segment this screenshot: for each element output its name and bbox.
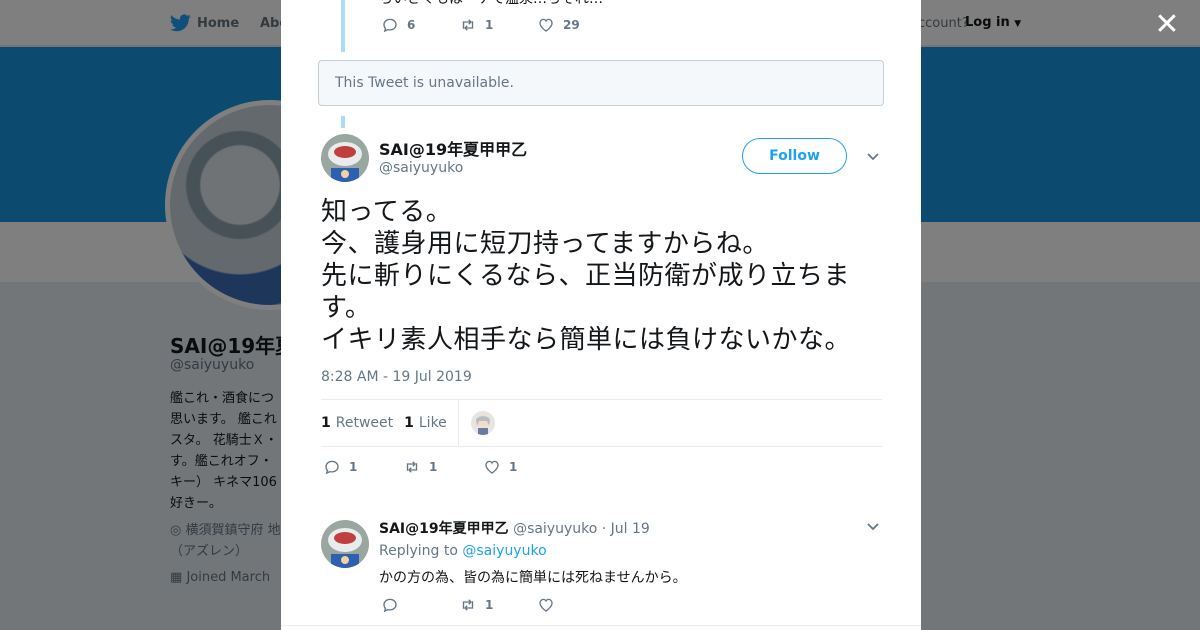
chevron-down-icon[interactable] (866, 522, 880, 532)
retweet-count: 1 (429, 460, 438, 474)
tweet-stats: 1 Retweet 1 Like (321, 399, 882, 447)
main-tweet-avatar[interactable] (321, 134, 369, 182)
retweet-stat-label: Retweet (335, 415, 394, 431)
like-button[interactable]: 29 (537, 16, 615, 34)
retweet-stat[interactable]: 1 Retweet (321, 415, 393, 431)
reply-icon (383, 598, 397, 613)
like-stat[interactable]: 1 Like (404, 415, 447, 431)
like-icon (539, 598, 553, 612)
like-button[interactable]: 1 (483, 458, 561, 476)
tweet-timestamp[interactable]: 8:28 AM - 19 Jul 2019 (321, 369, 472, 385)
replying-prefix: Replying to (379, 543, 458, 559)
tweet-text-line: 今、護身用に短刀持ってますからね。 (321, 229, 769, 259)
main-tweet-author-handle[interactable]: @saiyuyuko (379, 160, 463, 176)
tweet-permalink-modal: ちいさくもはーケて温泉…ちそれ… 6 1 29 This Tweet is un… (281, 0, 921, 630)
main-tweet-author-name[interactable]: SAI@19年夏甲甲乙 (379, 136, 527, 160)
reply-date[interactable]: · Jul 19 (602, 521, 650, 537)
chevron-down-icon[interactable] (866, 152, 880, 162)
retweet-button[interactable]: 1 (459, 596, 537, 614)
modal-divider (281, 625, 921, 626)
thread-connector-line (341, 116, 345, 128)
previous-tweet-text: ちいさくもはーケて温泉…ちそれ… (379, 0, 603, 8)
previous-tweet-actions: 6 1 29 (381, 16, 615, 34)
retweet-button[interactable]: 1 (403, 458, 481, 476)
like-stat-number: 1 (404, 415, 414, 431)
like-stat-label: Like (418, 415, 447, 431)
retweet-button[interactable]: 1 (459, 16, 537, 34)
main-tweet-actions: 1 1 1 (323, 458, 561, 476)
reply-tweet-avatar[interactable] (321, 520, 369, 568)
retweet-count: 1 (485, 598, 494, 612)
tweet-text-line: 知ってる。 (321, 197, 453, 227)
like-button[interactable] (537, 596, 615, 614)
tweet-text-line: イキリ素人相手なら簡単には負けないかな。 (321, 325, 852, 355)
retweet-count: 1 (485, 18, 494, 32)
retweet-icon (462, 599, 474, 611)
reply-icon (325, 460, 339, 475)
retweet-icon (462, 19, 474, 31)
reply-tweet-text: かの方の為、皆の為に簡単には死ねませんから。 (379, 570, 687, 586)
reply-tweet-actions: 1 (381, 596, 615, 614)
retweet-icon (406, 461, 418, 473)
reply-count: 1 (349, 460, 358, 474)
like-icon (539, 18, 553, 32)
liker-avatar[interactable] (470, 411, 495, 435)
replying-mention-link[interactable]: @saiyuyuko (462, 543, 546, 559)
like-count: 1 (509, 460, 518, 474)
main-tweet-text: 知ってる。 今、護身用に短刀持ってますからね。 先に斬りにくるなら、正当防衛が成… (321, 196, 891, 356)
close-icon[interactable]: ✕ (1152, 10, 1182, 40)
replying-to: Replying to @saiyuyuko (379, 543, 547, 559)
reply-button[interactable]: 1 (323, 458, 401, 476)
stats-divider (457, 399, 459, 447)
tweet-text-line: 先に斬りにくるなら、正当防衛が成り立ちま (321, 261, 850, 291)
reply-author-name[interactable]: SAI@19年夏甲甲乙 (379, 521, 509, 537)
thread-connector-line (341, 0, 345, 52)
reply-button[interactable]: 6 (381, 16, 459, 34)
reply-tweet-header: SAI@19年夏甲甲乙 @saiyuyuko · Jul 19 (379, 518, 650, 538)
tweet-unavailable-notice: This Tweet is unavailable. (318, 60, 884, 106)
follow-button[interactable]: Follow (742, 138, 847, 174)
reply-button[interactable] (381, 596, 459, 614)
like-count: 29 (563, 18, 580, 32)
like-icon (485, 460, 499, 474)
retweet-stat-number: 1 (321, 415, 331, 431)
reply-count: 6 (407, 18, 416, 32)
tweet-text-line: す。 (321, 293, 372, 323)
reply-author-handle[interactable]: @saiyuyuko (513, 521, 597, 537)
reply-icon (383, 18, 397, 33)
